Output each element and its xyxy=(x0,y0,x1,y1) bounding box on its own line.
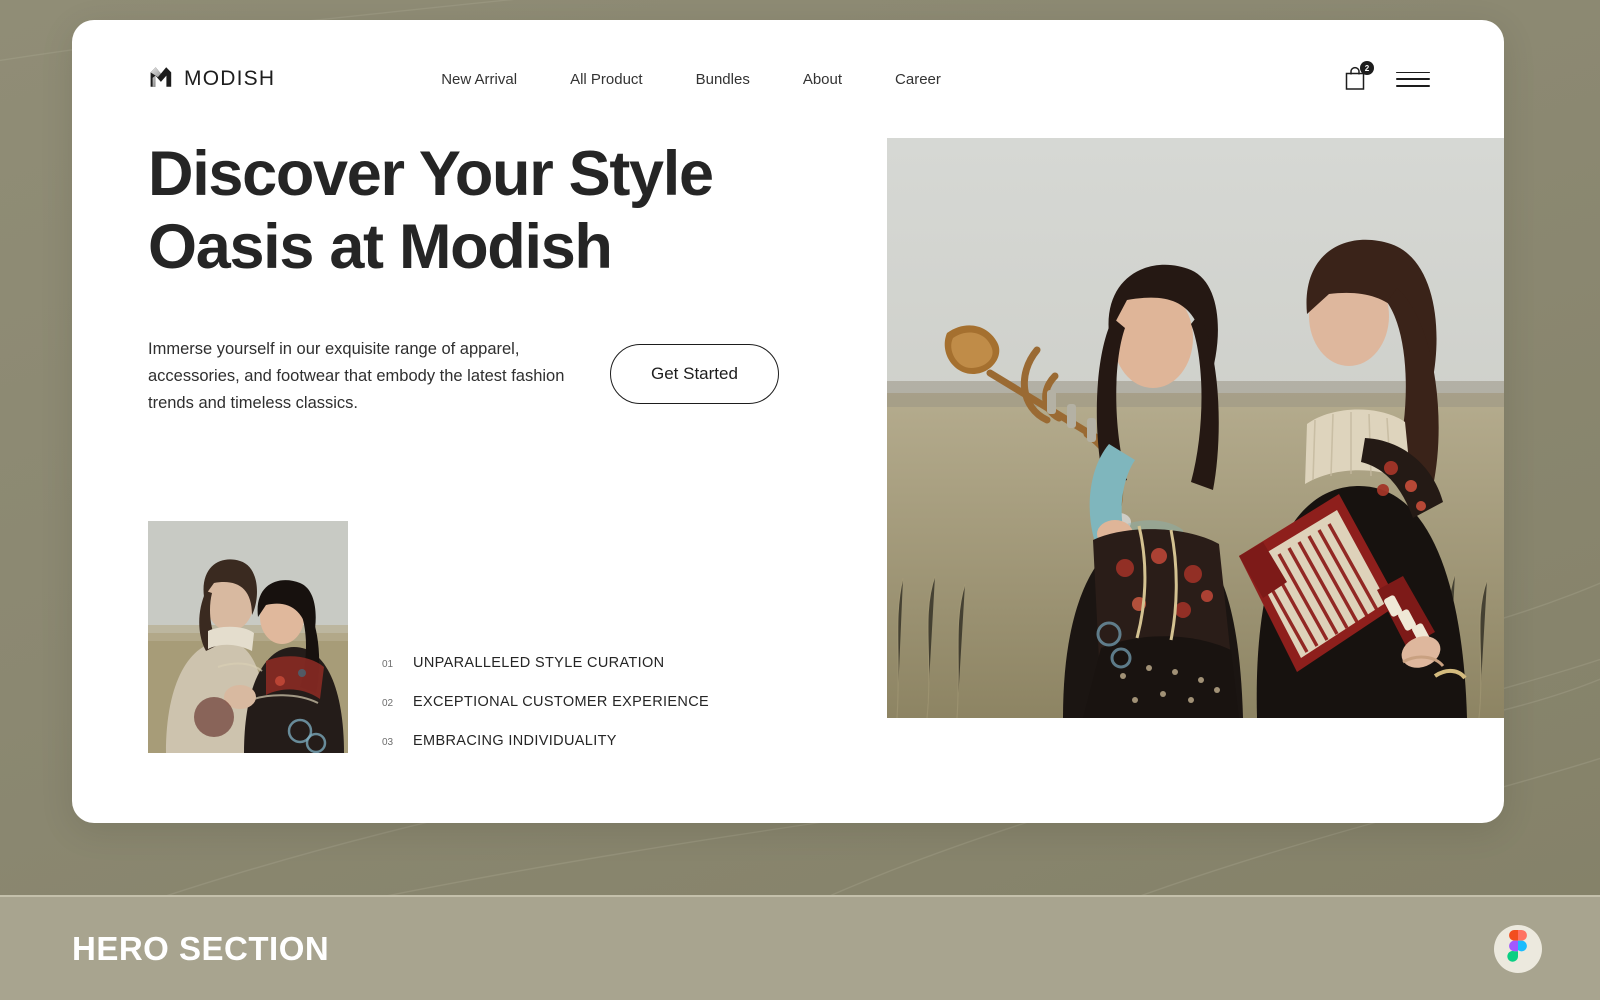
nav-item-new-arrival[interactable]: New Arrival xyxy=(441,71,517,88)
nav-item-all-product[interactable]: All Product xyxy=(570,71,643,88)
list-item[interactable]: 03 EMBRACING INDIVIDUALITY xyxy=(382,733,709,749)
list-item[interactable]: 02 EXCEPTIONAL CUSTOMER EXPERIENCE xyxy=(382,694,709,710)
brand-logo[interactable]: MODISH xyxy=(148,64,275,95)
site-header: MODISH New Arrival All Product Bundles A… xyxy=(72,20,1504,138)
feature-label: EXCEPTIONAL CUSTOMER EXPERIENCE xyxy=(413,694,710,711)
hero-section-footer-bar: HERO SECTION xyxy=(0,895,1600,1000)
header-actions: 2 xyxy=(1343,61,1430,95)
feature-list: 01 UNPARALLELED STYLE CURATION 02 EXCEPT… xyxy=(382,655,709,753)
hero-paragraph: Immerse yourself in our exquisite range … xyxy=(148,340,565,412)
nav-item-career[interactable]: Career xyxy=(895,71,941,88)
menu-line xyxy=(1396,84,1430,87)
get-started-button[interactable]: Get Started xyxy=(610,344,779,405)
figma-badge[interactable] xyxy=(1494,924,1542,973)
list-item[interactable]: 01 UNPARALLELED STYLE CURATION xyxy=(382,655,709,671)
hero-lower-row: 01 UNPARALLELED STYLE CURATION 02 EXCEPT… xyxy=(148,521,820,754)
feature-label: UNPARALLELED STYLE CURATION xyxy=(413,655,665,672)
page-title-line-2: Oasis at Modish xyxy=(148,212,613,283)
page-title-line-1: Discover Your Style xyxy=(148,139,714,209)
menu-line xyxy=(1396,71,1430,74)
nav-item-bundles[interactable]: Bundles xyxy=(696,71,750,88)
hamburger-menu-icon[interactable] xyxy=(1396,71,1430,87)
couple-thumbnail-photo[interactable] xyxy=(148,521,348,754)
feature-number: 01 xyxy=(382,659,394,671)
hero-section: Discover Your Style Oasis at Modish Imme… xyxy=(72,138,1504,754)
hero-section-label: HERO SECTION xyxy=(72,929,330,967)
hero-main-photo[interactable] xyxy=(887,138,1504,718)
hero-left-column: Discover Your Style Oasis at Modish Imme… xyxy=(148,138,820,754)
menu-line xyxy=(1396,78,1430,80)
shopping-bag-icon xyxy=(1343,66,1367,95)
page-card: MODISH New Arrival All Product Bundles A… xyxy=(72,20,1504,823)
cart-count-badge: 2 xyxy=(1360,61,1374,75)
modish-m-logo-icon xyxy=(148,64,174,95)
feature-label: EMBRACING INDIVIDUALITY xyxy=(413,733,617,750)
feature-number: 02 xyxy=(382,698,394,710)
figma-icon xyxy=(1507,930,1529,967)
cart-button[interactable]: 2 xyxy=(1343,61,1374,95)
feature-number: 03 xyxy=(382,737,394,749)
nav-item-about[interactable]: About xyxy=(803,71,842,88)
page-title: Discover Your Style Oasis at Modish xyxy=(148,138,820,284)
main-navigation: New Arrival All Product Bundles About Ca… xyxy=(441,71,941,88)
brand-wordmark: MODISH xyxy=(184,67,276,90)
hero-subrow: Immerse yourself in our exquisite range … xyxy=(148,336,820,416)
